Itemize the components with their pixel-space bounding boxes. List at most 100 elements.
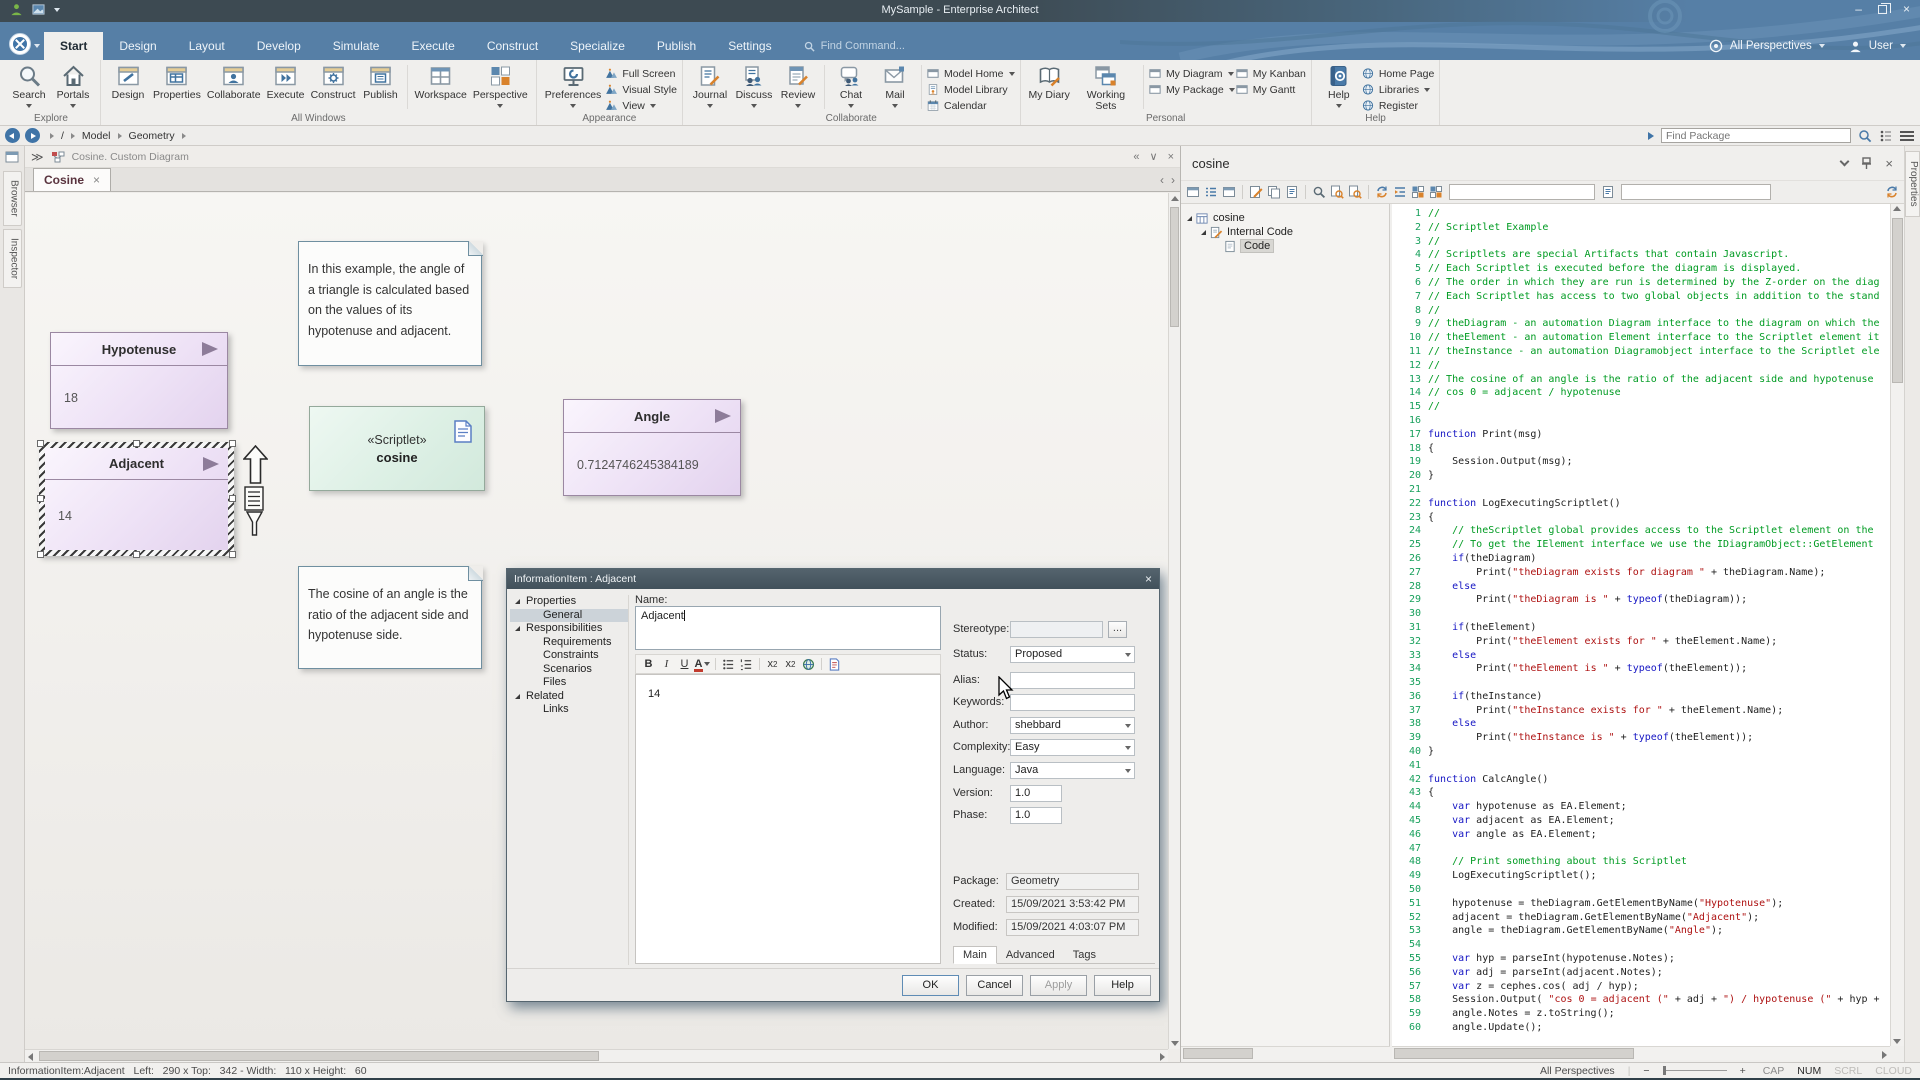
scrollbar-thumb[interactable]: [1892, 218, 1903, 383]
code-line[interactable]: 37 Print("theInstance exists for " + the…: [1392, 704, 1890, 718]
bullet-list-icon[interactable]: [720, 656, 737, 672]
ribbon-tab-start[interactable]: Start: [44, 32, 103, 60]
toolbar-combo-box[interactable]: [1621, 184, 1771, 200]
field-value-modified[interactable]: 15/09/2021 4:03:07 PM: [1006, 919, 1139, 936]
selection-handle[interactable]: [37, 551, 44, 558]
code-line[interactable]: 46 var angle as EA.Element;: [1392, 828, 1890, 842]
element-adjacent-selected[interactable]: Adjacent 14: [39, 442, 234, 556]
panel-menu-chevron-icon[interactable]: [1840, 157, 1850, 167]
ribbon-button-working-sets[interactable]: Working Sets: [1073, 62, 1139, 112]
find-package-arrow-icon[interactable]: [1648, 132, 1654, 140]
element-angle[interactable]: Angle 0.7124746245384189: [563, 399, 741, 496]
scroll-up-icon[interactable]: [1171, 196, 1179, 201]
code-line[interactable]: 48 // Print something about this Scriptl…: [1392, 855, 1890, 869]
tree-expander-icon[interactable]: [515, 626, 520, 631]
run-script-icon[interactable]: [1248, 184, 1264, 200]
document-icon[interactable]: [826, 656, 843, 672]
ribbon-tab-publish[interactable]: Publish: [641, 32, 712, 60]
scroll-down-icon[interactable]: [1171, 1041, 1179, 1046]
minimize-button[interactable]: –: [1855, 2, 1862, 16]
breadcrumb-item-[interactable]: /: [61, 130, 64, 142]
code-line[interactable]: 44 var hypotenuse as EA.Element;: [1392, 800, 1890, 814]
tree-expander-icon[interactable]: [1187, 216, 1192, 221]
zoom-in-button[interactable]: +: [1740, 1065, 1746, 1077]
code-line[interactable]: 22function LogExecutingScriptlet(): [1392, 497, 1890, 511]
ribbon-button-help[interactable]: Help: [1317, 62, 1361, 108]
scroll-right-icon[interactable]: [1160, 1053, 1165, 1061]
code-line[interactable]: 8//: [1392, 304, 1890, 318]
code-line[interactable]: 21: [1392, 483, 1890, 497]
ribbon-button-preferences[interactable]: Preferences: [542, 62, 605, 108]
font-color-icon[interactable]: A: [694, 656, 711, 672]
ribbon-button-properties[interactable]: Properties: [150, 62, 204, 101]
code-line[interactable]: 58 Session.Output( "cos 0 = adjacent (" …: [1392, 993, 1890, 1007]
note-element[interactable]: The cosine of an angle is the ratio of t…: [298, 566, 482, 669]
code-line[interactable]: 6// The order in which they are run is d…: [1392, 276, 1890, 290]
ribbon-tab-specialize[interactable]: Specialize: [554, 32, 641, 60]
status-perspective[interactable]: All Perspectives: [1540, 1065, 1615, 1077]
up-arrow-glyph[interactable]: [243, 445, 268, 484]
expand-chevrons-icon[interactable]: ≫: [31, 150, 44, 164]
element-browser-icon[interactable]: [1185, 184, 1201, 200]
code-line[interactable]: 26 if(theDiagram): [1392, 552, 1890, 566]
ribbon-button-execute[interactable]: Execute: [264, 62, 308, 101]
tree-item-internal-code[interactable]: Internal Code: [1181, 225, 1389, 239]
ribbon-button-review[interactable]: Review: [776, 62, 820, 108]
pin-icon[interactable]: [1861, 157, 1872, 170]
dialog-nav-related[interactable]: Related: [510, 690, 628, 704]
code-line[interactable]: 11// theInstance - an automation Diagram…: [1392, 345, 1890, 359]
ribbon-button-model-home[interactable]: Model Home: [926, 66, 1015, 81]
field-value-keywords[interactable]: [1010, 694, 1135, 711]
code-line[interactable]: 1//: [1392, 207, 1890, 221]
stamp-icon[interactable]: [1600, 184, 1616, 200]
ribbon-tab-design[interactable]: Design: [103, 32, 172, 60]
scrollbar-thumb[interactable]: [1183, 1048, 1253, 1059]
tree-horizontal-scrollbar[interactable]: [1181, 1046, 1390, 1060]
tree-expander-icon[interactable]: [515, 599, 520, 604]
collapse-left-icon[interactable]: «: [1133, 151, 1139, 163]
code-line[interactable]: 19 Session.Output(msg);: [1392, 455, 1890, 469]
code-line[interactable]: 14// cos 0 = adjacent / hypotenuse: [1392, 386, 1890, 400]
copy-icon[interactable]: [1266, 184, 1282, 200]
close-button[interactable]: ×: [1903, 2, 1910, 16]
dialog-nav-responsibilities[interactable]: Responsibilities: [510, 622, 628, 636]
field-value-version[interactable]: 1.0: [1010, 785, 1062, 802]
perspectives-selector[interactable]: All Perspectives: [1730, 40, 1812, 52]
scrollbar-thumb[interactable]: [1170, 207, 1179, 327]
sidebar-tab-properties[interactable]: Properties: [1905, 151, 1920, 217]
code-line[interactable]: 5// Each Scriptlet is executed before th…: [1392, 262, 1890, 276]
code-line[interactable]: 35: [1392, 676, 1890, 690]
code-editor-lines[interactable]: 1//2// Scriptlet Example3//4// Scriptlet…: [1392, 204, 1890, 1046]
ribbon-tab-construct[interactable]: Construct: [471, 32, 554, 60]
field-value-complexity[interactable]: Easy: [1010, 739, 1135, 756]
code-line[interactable]: 32 Print("theElement exists for " + theE…: [1392, 635, 1890, 649]
code-line[interactable]: 17function Print(msg): [1392, 428, 1890, 442]
find-next-icon[interactable]: [1329, 184, 1345, 200]
tab-scroll-right-icon[interactable]: ›: [1171, 173, 1175, 187]
ribbon-button-view[interactable]: View: [604, 98, 677, 113]
dialog-tab-tags[interactable]: Tags: [1064, 947, 1105, 963]
ribbon-button-construct[interactable]: Construct: [308, 62, 359, 101]
selection-handle[interactable]: [229, 551, 236, 558]
field-value-status[interactable]: Proposed: [1010, 646, 1135, 663]
field-value-author[interactable]: shebbard: [1010, 717, 1135, 734]
dock-window-icon[interactable]: [5, 151, 19, 163]
zoom-slider-thumb[interactable]: [1663, 1066, 1666, 1075]
package-structure-icon[interactable]: [1879, 129, 1893, 143]
field-value-stereotype[interactable]: [1010, 621, 1103, 638]
element-scriptlet-cosine[interactable]: «Scriptlet» cosine: [309, 406, 485, 491]
bold-icon[interactable]: B: [640, 656, 657, 672]
code-line[interactable]: 40}: [1392, 745, 1890, 759]
apply-button[interactable]: Apply: [1030, 975, 1087, 996]
code-line[interactable]: 25 // To get the IElement interface we u…: [1392, 538, 1890, 552]
diagram-canvas[interactable]: In this example, the angle of a triangle…: [25, 193, 1168, 1049]
ribbon-button-home-page[interactable]: Home Page: [1361, 66, 1434, 81]
ribbon-button-my-kanban[interactable]: My Kanban: [1235, 66, 1306, 81]
ribbon-button-model-library[interactable]: Model Library: [926, 82, 1015, 97]
code-line[interactable]: 29 Print("theDiagram is " + typeof(theDi…: [1392, 593, 1890, 607]
dialog-nav-constraints[interactable]: Constraints: [510, 649, 628, 663]
dialog-nav-requirements[interactable]: Requirements: [510, 636, 628, 650]
ribbon-button-calendar[interactable]: Calendar: [926, 98, 1015, 113]
code-line[interactable]: 45 var adjacent as EA.Element;: [1392, 814, 1890, 828]
note-element[interactable]: In this example, the angle of a triangle…: [298, 241, 482, 366]
